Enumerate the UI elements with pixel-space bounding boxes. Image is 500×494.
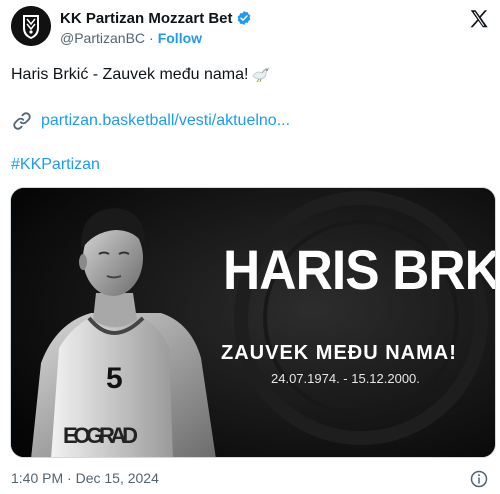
jersey-text: EOGRAD xyxy=(63,423,138,448)
x-logo-icon[interactable] xyxy=(468,8,490,30)
avatar[interactable] xyxy=(11,6,51,46)
tweet-timestamp[interactable]: 1:40 PM · Dec 15, 2024 xyxy=(11,470,159,486)
tweet-text: Haris Brkić - Zauvek među nama! xyxy=(11,66,249,83)
dove-icon xyxy=(251,66,271,84)
tweet-image[interactable]: 5 EOGRAD HARIS BRKIĆ ZAUVEK MEĐU NAMA! 2… xyxy=(10,187,496,458)
verified-badge-icon xyxy=(236,10,252,26)
info-icon[interactable] xyxy=(470,470,488,488)
link-text[interactable]: partizan.basketball/vesti/aktuelno... xyxy=(41,112,290,130)
follow-button[interactable]: Follow xyxy=(158,30,202,46)
account-name-row[interactable]: KK Partizan Mozzart Bet xyxy=(60,8,252,28)
poster-dates: 24.07.1974. - 15.12.2000. xyxy=(271,371,420,386)
handle-row: @PartizanBC · Follow xyxy=(60,30,202,46)
poster-player-name: HARIS BRKIĆ xyxy=(223,238,495,301)
tweet-link[interactable]: partizan.basketball/vesti/aktuelno... xyxy=(11,110,290,132)
player-photo: 5 EOGRAD xyxy=(11,188,495,457)
separator-dot: · xyxy=(149,30,154,46)
display-name[interactable]: KK Partizan Mozzart Bet xyxy=(60,10,233,27)
handle[interactable]: @PartizanBC xyxy=(60,30,145,46)
tweet-text-row: Haris Brkić - Zauvek među nama! xyxy=(11,64,271,86)
link-icon xyxy=(11,110,33,132)
poster-subtitle: ZAUVEK MEĐU NAMA! xyxy=(221,342,457,364)
jersey-number: 5 xyxy=(106,362,123,395)
hashtag-link[interactable]: #KKPartizan xyxy=(11,156,100,174)
